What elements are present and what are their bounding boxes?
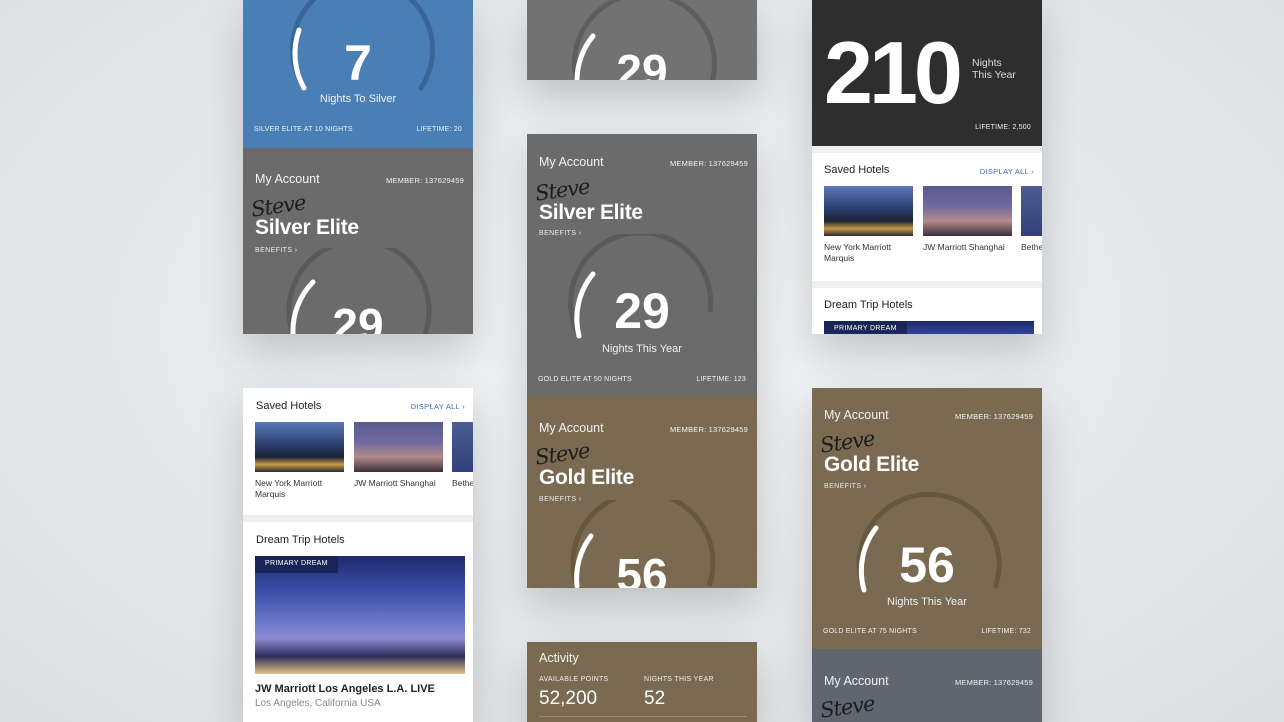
nights-label: NIGHTS THIS YEAR xyxy=(644,676,714,683)
nights-label-line1: Nights xyxy=(972,57,1002,69)
hotel-thumbnail[interactable] xyxy=(824,186,913,236)
nights-label-line2: This Year xyxy=(972,69,1016,81)
section-divider xyxy=(539,716,747,717)
my-account-title: My Account xyxy=(824,674,889,688)
lifetime-card: 210 Nights This Year LIFETIME: 2,500 Sav… xyxy=(812,0,1042,334)
silver-gold-card: My Account MEMBER: 137629459 Steve Silve… xyxy=(527,134,757,588)
display-all-link[interactable]: DISPLAY ALL › xyxy=(411,402,465,411)
hotel-name[interactable]: New York Marriott Marquis xyxy=(824,242,904,264)
my-account-title: My Account xyxy=(539,421,604,435)
my-account-title: My Account xyxy=(539,155,604,169)
nights-number: 56 xyxy=(899,537,955,593)
member-number: MEMBER: 137629459 xyxy=(954,412,1033,421)
my-account-panel: My Account MEMBER: 137629459 Steve Silve… xyxy=(243,148,473,334)
lifetime-nights: LIFETIME: 123 xyxy=(696,376,746,383)
saved-hotels-panel: Saved Hotels DISPLAY ALL › New York Marr… xyxy=(812,146,1042,334)
hotel-name[interactable]: New York Marriott Marquis xyxy=(255,478,335,500)
member-number: MEMBER: 137629459 xyxy=(669,425,748,434)
nights-number: 29 xyxy=(616,45,668,80)
section-divider xyxy=(812,146,1042,153)
nights-label: Nights This Year xyxy=(887,596,967,608)
dream-hotel-image[interactable]: PRIMARY DREAM xyxy=(255,556,465,674)
hotel-name[interactable]: JW Marriott Shanghai xyxy=(923,242,1015,253)
my-account-panel: My Account MEMBER: 137629459 Steve xyxy=(812,649,1042,722)
nights-label: Nights This Year xyxy=(602,343,682,355)
member-signature: Steve xyxy=(818,691,876,722)
nights-this-year-panel: 210 Nights This Year LIFETIME: 2,500 xyxy=(812,0,1042,146)
member-number: MEMBER: 137629459 xyxy=(954,678,1033,687)
tier-threshold: SILVER ELITE AT 10 NIGHTS xyxy=(254,126,353,133)
my-account-panel: My Account MEMBER: 137629459 Steve Gold … xyxy=(527,396,757,588)
member-signature: Steve xyxy=(533,438,591,470)
silver-progress-card: 7 Nights To Silver SILVER ELITE AT 10 NI… xyxy=(243,0,473,334)
primary-dream-badge: PRIMARY DREAM xyxy=(824,321,907,334)
nights-number: 210 xyxy=(824,23,963,122)
hotel-thumbnail[interactable] xyxy=(354,422,443,472)
my-account-panel: My Account MEMBER: 137629459 Steve Gold … xyxy=(812,388,1042,649)
dream-hotel-image[interactable]: PRIMARY DREAM xyxy=(824,321,1034,334)
hotel-thumbnail[interactable] xyxy=(452,422,473,472)
hotel-thumbnail[interactable] xyxy=(923,186,1012,236)
nights-label: Nights To Silver xyxy=(319,93,397,105)
hotel-thumbnail[interactable] xyxy=(1021,186,1042,236)
dream-trip-title: Dream Trip Hotels xyxy=(256,534,345,546)
points-value: 52,200 xyxy=(539,688,598,709)
tier-name: Silver Elite xyxy=(539,201,643,224)
activity-title: Activity xyxy=(539,651,579,665)
top-partial-card: 29 xyxy=(527,0,757,80)
nights-number: 29 xyxy=(332,299,384,334)
dream-hotel-name[interactable]: JW Marriott Los Angeles L.A. LIVE xyxy=(255,683,435,695)
display-all-link[interactable]: DISPLAY ALL › xyxy=(980,167,1034,176)
tier-threshold: GOLD ELITE AT 75 NIGHTS xyxy=(823,628,917,635)
nights-number: 29 xyxy=(614,283,670,339)
points-label: AVAILABLE POINTS xyxy=(539,676,609,683)
nights-to-silver-panel: 7 Nights To Silver SILVER ELITE AT 10 NI… xyxy=(243,0,473,148)
saved-hotels-title: Saved Hotels xyxy=(824,164,890,176)
saved-hotels-card: Saved Hotels DISPLAY ALL › New York Marr… xyxy=(243,388,473,722)
nights-number: 56 xyxy=(616,549,668,588)
tier-threshold: GOLD ELITE AT 50 NIGHTS xyxy=(538,376,632,383)
gold-elite-card: My Account MEMBER: 137629459 Steve Gold … xyxy=(812,388,1042,722)
activity-card: Activity AVAILABLE POINTS 52,200 NIGHTS … xyxy=(527,642,757,722)
my-account-title: My Account xyxy=(255,172,320,186)
lifetime-nights: LIFETIME: 20 xyxy=(416,126,462,133)
dream-trip-title: Dream Trip Hotels xyxy=(824,299,913,311)
lifetime-nights: LIFETIME: 732 xyxy=(981,628,1031,635)
tier-name: Gold Elite xyxy=(824,453,920,476)
member-number: MEMBER: 137629459 xyxy=(385,176,464,185)
my-account-title: My Account xyxy=(824,408,889,422)
primary-dream-badge: PRIMARY DREAM xyxy=(255,556,338,573)
hotel-name[interactable]: Bethe xyxy=(1021,242,1042,253)
saved-hotels-title: Saved Hotels xyxy=(256,400,322,412)
nights-number: 7 xyxy=(344,35,372,91)
section-divider xyxy=(812,281,1042,288)
nights-value: 52 xyxy=(644,688,666,709)
hotel-name[interactable]: JW Marriott Shanghai xyxy=(354,478,446,489)
tier-name: Silver Elite xyxy=(255,216,359,239)
lifetime-nights: LIFETIME: 2,500 xyxy=(975,124,1031,131)
dream-hotel-location: Los Angeles, California USA xyxy=(255,698,381,709)
my-account-panel: My Account MEMBER: 137629459 Steve Silve… xyxy=(527,134,757,396)
member-number: MEMBER: 137629459 xyxy=(669,159,748,168)
hotel-name[interactable]: Bethe xyxy=(452,478,473,489)
tier-name: Gold Elite xyxy=(539,466,635,489)
section-divider xyxy=(243,515,473,522)
hotel-thumbnail[interactable] xyxy=(255,422,344,472)
